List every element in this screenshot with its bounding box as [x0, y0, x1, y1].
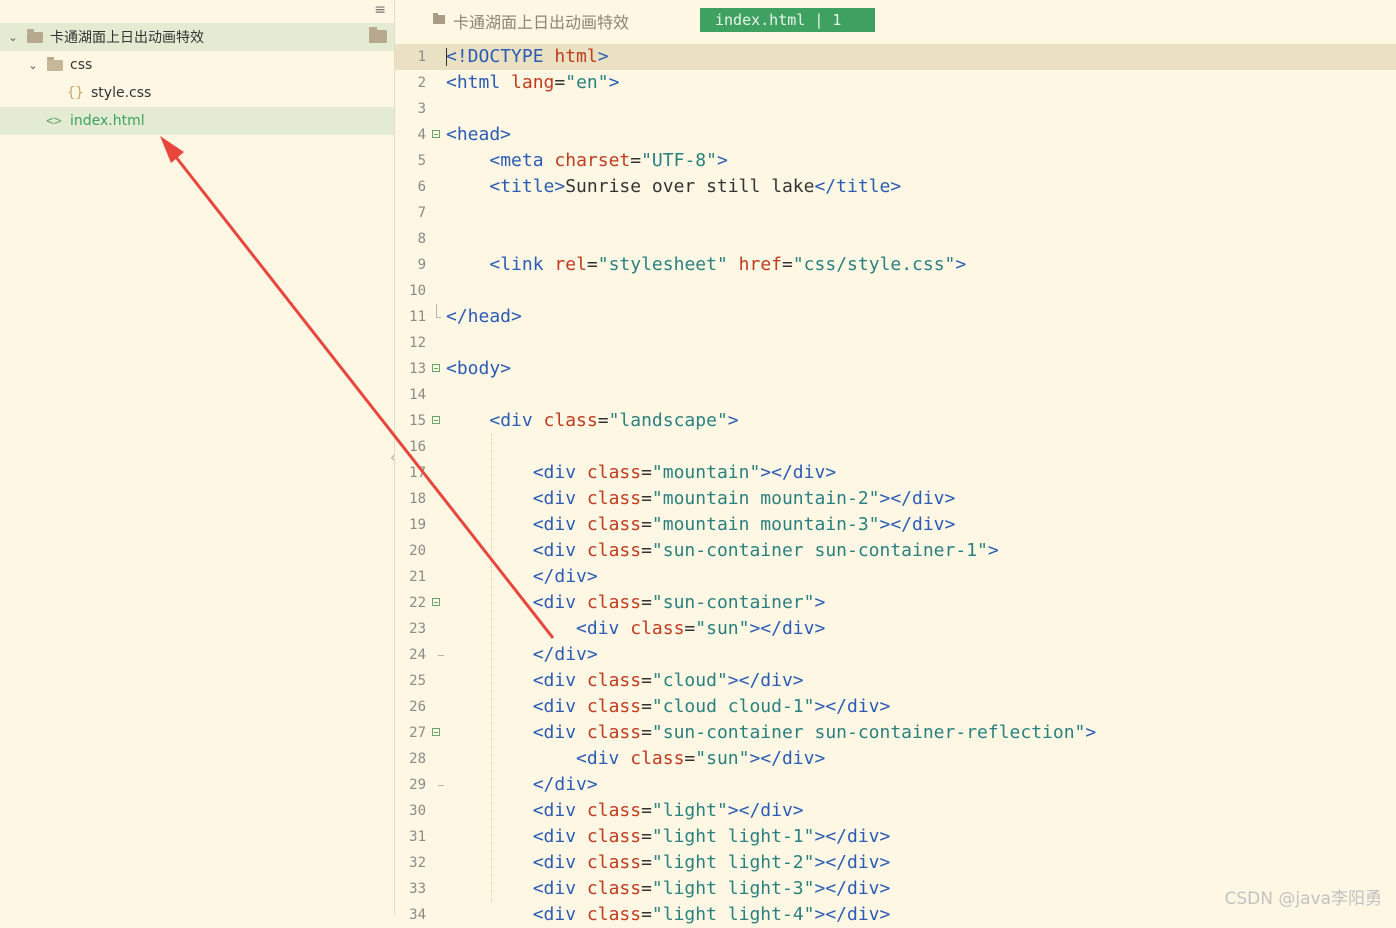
annotation-arrow	[160, 136, 555, 639]
watermark: CSDN @java李阳勇	[1224, 889, 1383, 909]
arrow-head	[160, 136, 184, 163]
arrow-line	[170, 151, 555, 639]
